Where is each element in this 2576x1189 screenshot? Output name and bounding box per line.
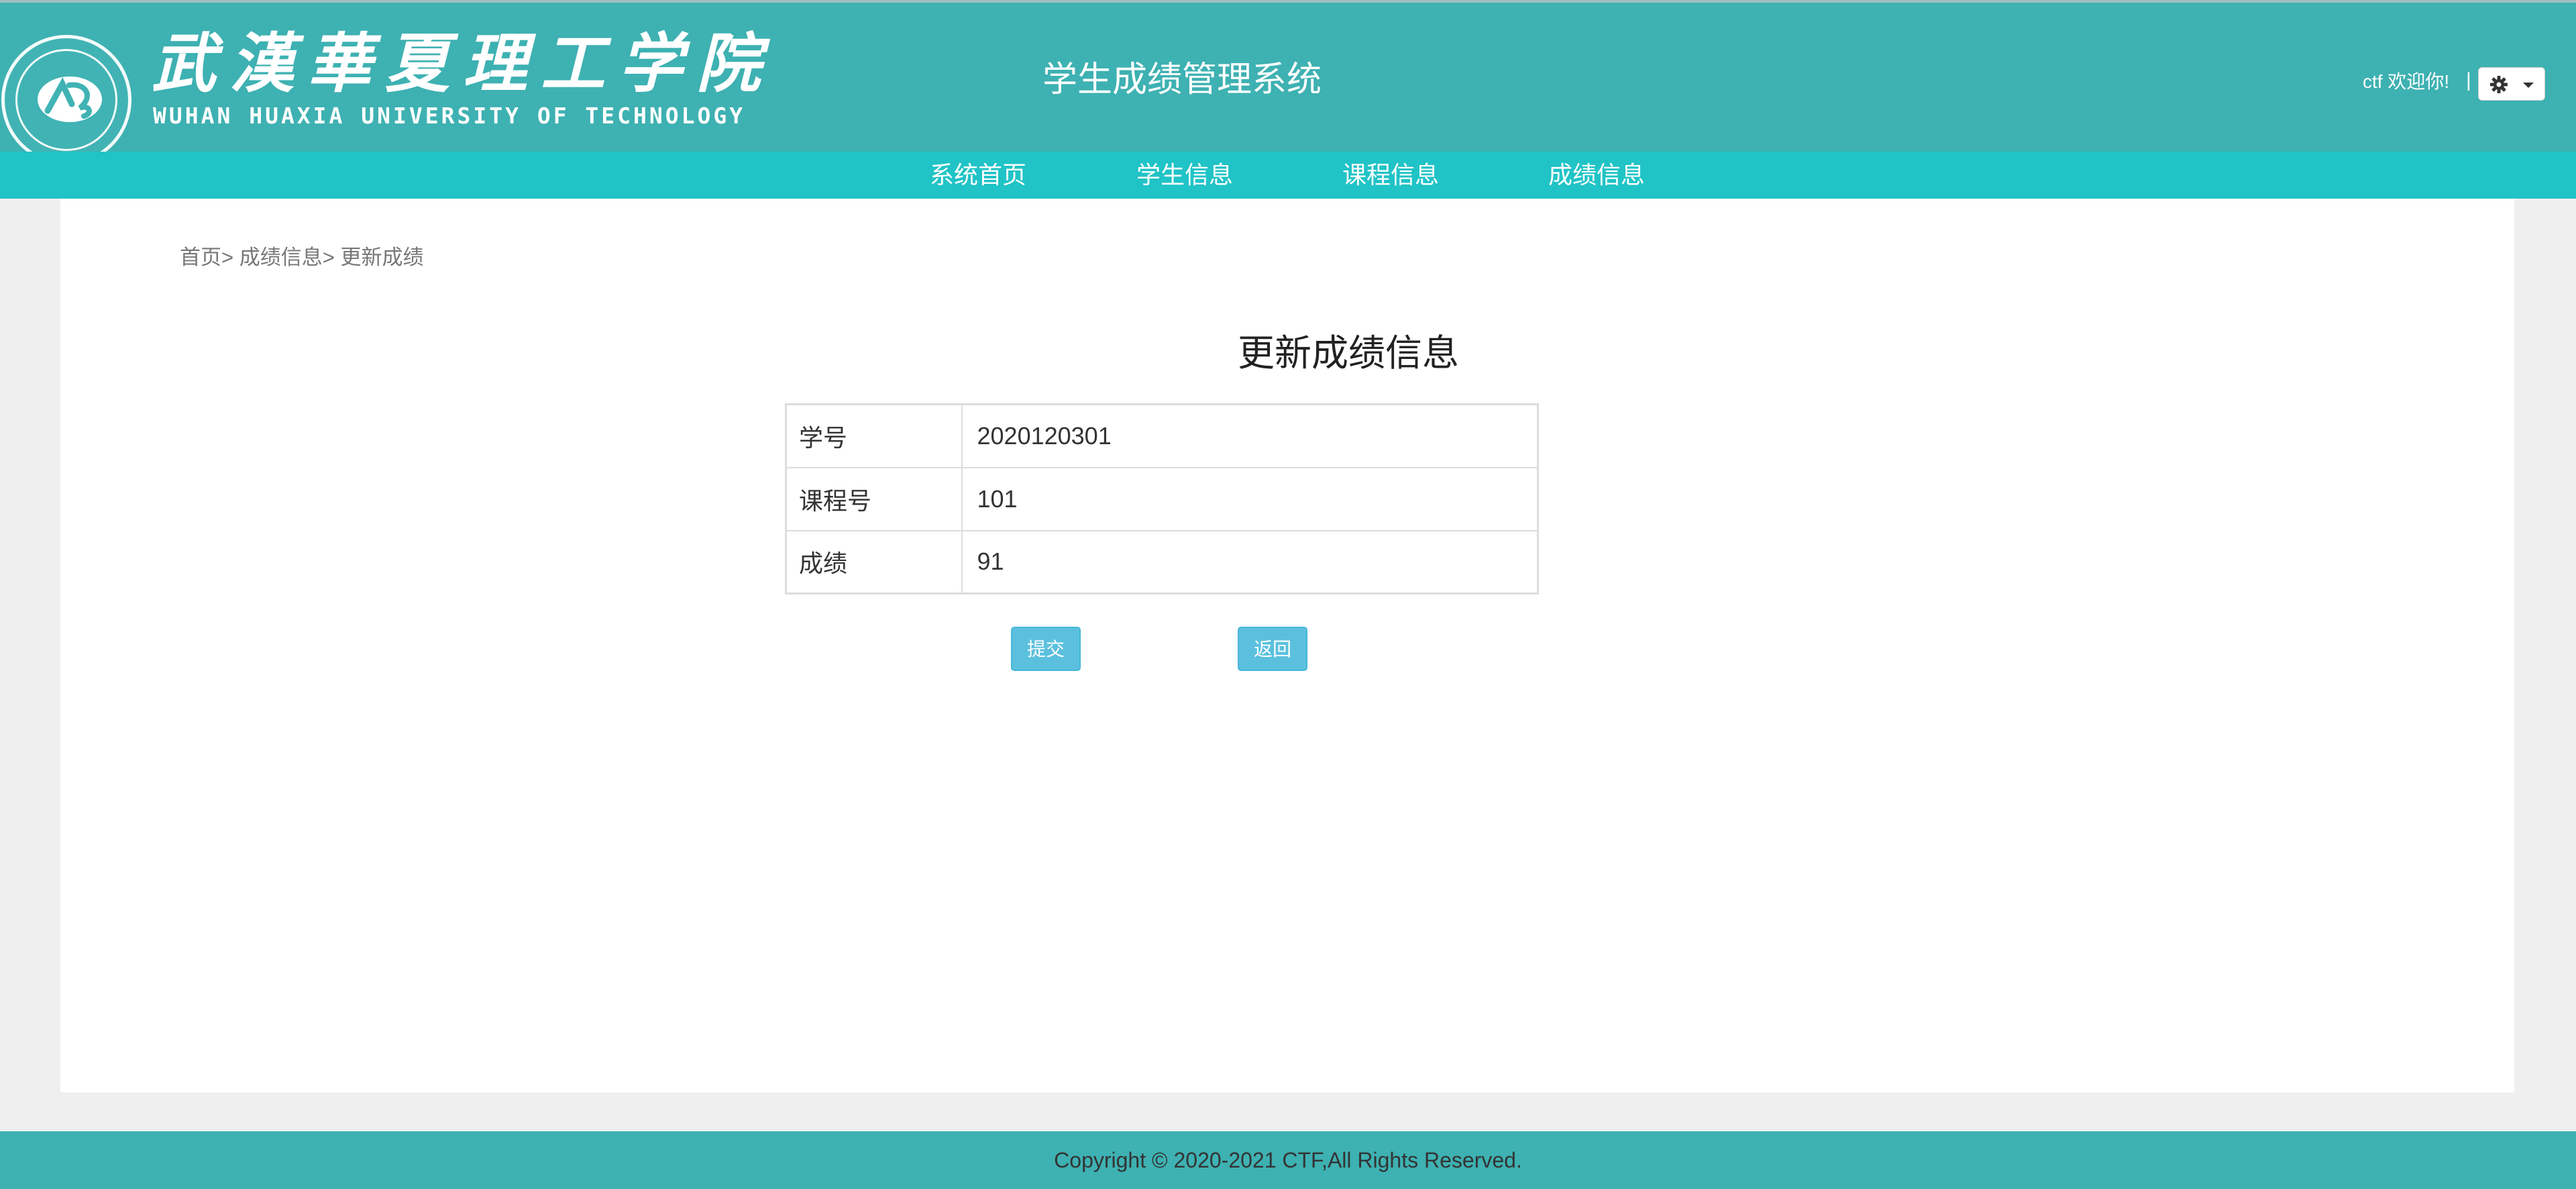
breadcrumb: 首页> 成绩信息> 更新成绩 bbox=[180, 244, 423, 271]
table-row: 成绩 bbox=[785, 529, 1539, 594]
site-header: 武漢華夏理工学院 WUHAN HUAXIA UNIVERSITY OF TECH… bbox=[0, 3, 2576, 165]
grade-form-table: 学号 课程号 成绩 bbox=[785, 403, 1539, 594]
breadcrumb-current: 更新成绩 bbox=[340, 246, 424, 269]
nav-item-home[interactable]: 系统首页 bbox=[904, 152, 1052, 199]
back-button[interactable]: 返回 bbox=[1238, 627, 1307, 671]
student-id-cell bbox=[961, 403, 1539, 468]
table-row: 学号 bbox=[785, 403, 1539, 468]
submit-button[interactable]: 提交 bbox=[1011, 627, 1081, 671]
nav-item-students[interactable]: 学生信息 bbox=[1111, 152, 1258, 199]
chevron-down-icon bbox=[2523, 83, 2534, 88]
score-cell bbox=[961, 529, 1539, 594]
nav-item-courses[interactable]: 课程信息 bbox=[1317, 152, 1464, 199]
main-content: 首页> 成绩信息> 更新成绩 更新成绩信息 学号 课程号 成绩 提交 返回 bbox=[60, 199, 2514, 1092]
seal-emblem-icon bbox=[38, 76, 102, 122]
score-input[interactable] bbox=[971, 538, 1527, 586]
settings-dropdown-button[interactable] bbox=[2478, 67, 2545, 101]
university-name-cn: 武漢華夏理工学院 bbox=[152, 25, 774, 101]
course-id-input[interactable] bbox=[971, 475, 1527, 523]
welcome-separator: | bbox=[2466, 69, 2471, 91]
breadcrumb-home-link[interactable]: 首页 bbox=[180, 246, 221, 269]
site-footer: Copyright © 2020-2021 CTF,All Rights Res… bbox=[0, 1131, 2576, 1189]
nav-item-grades[interactable]: 成绩信息 bbox=[1523, 152, 1670, 199]
gear-icon bbox=[2490, 76, 2508, 93]
student-id-input[interactable] bbox=[971, 412, 1527, 460]
table-row: 课程号 bbox=[785, 466, 1539, 531]
course-id-label: 课程号 bbox=[785, 466, 963, 531]
form-title: 更新成绩信息 bbox=[1237, 332, 1459, 374]
system-title: 学生成绩管理系统 bbox=[1042, 60, 1322, 99]
university-name-en: WUHAN HUAXIA UNIVERSITY OF TECHNOLOGY bbox=[153, 103, 746, 129]
breadcrumb-separator: > bbox=[221, 246, 234, 269]
breadcrumb-separator: > bbox=[322, 246, 335, 269]
score-label: 成绩 bbox=[785, 529, 963, 594]
welcome-text: ctf 欢迎你! bbox=[2363, 71, 2450, 92]
breadcrumb-grades-link[interactable]: 成绩信息 bbox=[239, 246, 323, 269]
university-seal-logo bbox=[1, 35, 131, 165]
main-nav: 系统首页 学生信息 课程信息 成绩信息 bbox=[0, 152, 2576, 199]
student-id-label: 学号 bbox=[785, 403, 963, 468]
course-id-cell bbox=[961, 466, 1539, 531]
